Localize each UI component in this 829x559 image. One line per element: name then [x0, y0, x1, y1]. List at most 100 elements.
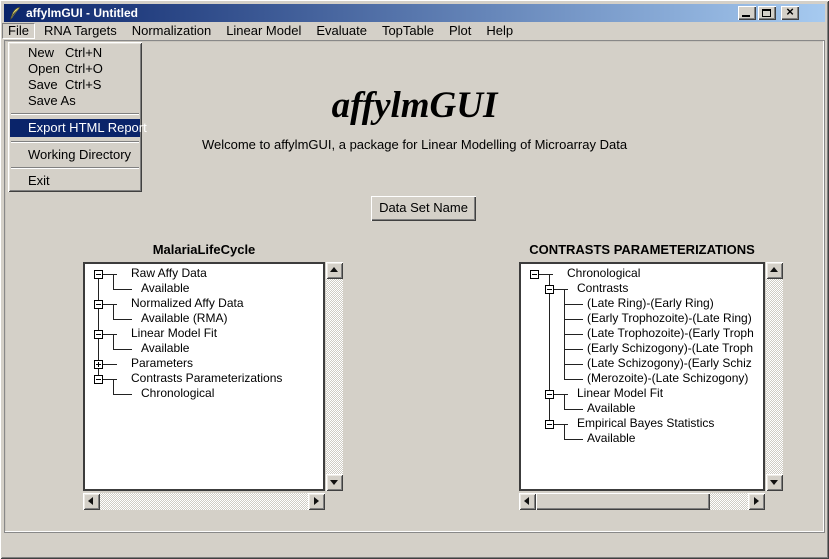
menu-item-label: Save As — [28, 93, 76, 108]
menu-item-label: Export HTML Report — [28, 120, 147, 135]
tree-connector-line — [564, 349, 583, 350]
tree-item[interactable]: Linear Model Fit — [577, 386, 663, 401]
right-tree-horizontal-scrollbar[interactable] — [519, 493, 765, 510]
tree-collapse-icon[interactable] — [94, 330, 103, 339]
scroll-right-button[interactable] — [748, 493, 765, 510]
left-tree-title: MalariaLifeCycle — [83, 242, 325, 258]
menu-item-save-as[interactable]: Save As — [10, 93, 140, 109]
tree-connector-line — [102, 304, 117, 305]
tree-item[interactable]: Contrasts Parameterizations — [131, 371, 282, 386]
tree-item[interactable]: (Early Schizogony)-(Late Troph — [587, 341, 753, 356]
scroll-left-button[interactable] — [519, 493, 536, 510]
tree-item[interactable]: (Late Trophozoite)-(Early Troph — [587, 326, 754, 341]
menu-item-new[interactable]: New Ctrl+N — [10, 45, 140, 61]
tree-item[interactable]: Linear Model Fit — [131, 326, 217, 341]
tree-connector-line — [113, 334, 114, 349]
scrollbar-track[interactable] — [100, 493, 308, 510]
tree-item[interactable]: (Late Ring)-(Early Ring) — [587, 296, 714, 311]
minimize-button[interactable] — [738, 6, 756, 20]
close-button[interactable]: × — [781, 6, 799, 20]
menu-normalization[interactable]: Normalization — [126, 23, 217, 39]
scrollbar-track[interactable] — [536, 493, 748, 510]
scrollbar-track[interactable] — [326, 279, 343, 474]
tree-collapse-icon[interactable] — [94, 300, 103, 309]
tree-collapse-icon[interactable] — [545, 390, 554, 399]
tree-item[interactable]: Available (RMA) — [141, 311, 227, 326]
tree-item[interactable]: Contrasts — [577, 281, 628, 296]
tree-connector-line — [564, 379, 583, 380]
tree-connector-line — [113, 304, 114, 319]
tree-connector-line — [538, 274, 553, 275]
tree-collapse-icon[interactable] — [545, 285, 554, 294]
menu-toptable[interactable]: TopTable — [376, 23, 440, 39]
tree-item[interactable]: (Merozoite)-(Late Schizogony) — [587, 371, 748, 386]
arrow-down-icon — [770, 480, 778, 485]
maximize-button[interactable] — [758, 6, 776, 20]
scroll-left-button[interactable] — [83, 493, 100, 510]
arrow-up-icon — [330, 267, 338, 272]
tree-collapse-icon[interactable] — [545, 420, 554, 429]
scroll-up-button[interactable] — [766, 262, 783, 279]
file-menu-dropdown: New Ctrl+NOpenCtrl+OSaveCtrl+SSave As Expo… — [8, 42, 142, 192]
menu-item-working-directory[interactable]: Working Directory — [10, 147, 140, 163]
arrow-down-icon — [330, 480, 338, 485]
tree-item[interactable]: Empirical Bayes Statistics — [577, 416, 714, 431]
window-controls: × — [738, 6, 799, 20]
menu-item-export-html-report[interactable]: Export HTML Report — [10, 119, 140, 137]
scroll-down-button[interactable] — [766, 474, 783, 491]
tree-item[interactable]: Available — [141, 341, 189, 356]
left-tree-view[interactable]: Raw Affy DataAvailableNormalized Affy Da… — [83, 262, 325, 491]
menu-item-open[interactable]: OpenCtrl+O — [10, 61, 140, 77]
tree-connector-line — [553, 424, 568, 425]
left-tree-vertical-scrollbar[interactable] — [326, 262, 343, 491]
tree-item[interactable]: Raw Affy Data — [131, 266, 207, 281]
tree-connector-line — [113, 319, 132, 320]
menu-item-save[interactable]: SaveCtrl+S — [10, 77, 140, 93]
tree-item[interactable]: Chronological — [141, 386, 214, 401]
right-tree-panel: CONTRASTS PARAMETERIZATIONS Chronologica… — [519, 242, 785, 510]
scroll-up-button[interactable] — [326, 262, 343, 279]
scroll-right-button[interactable] — [308, 493, 325, 510]
tree-item[interactable]: Available — [587, 401, 635, 416]
menu-item-exit[interactable]: Exit — [10, 173, 140, 189]
menu-evaluate[interactable]: Evaluate — [310, 23, 373, 39]
tree-connector-line — [564, 439, 583, 440]
tree-connector-line — [113, 349, 132, 350]
tree-item[interactable]: Chronological — [567, 266, 640, 281]
menu-item-label: Save — [28, 77, 58, 92]
tree-expand-icon[interactable] — [94, 360, 103, 369]
scrollbar-track[interactable] — [766, 279, 783, 474]
menu-item-shortcut: Ctrl+N — [65, 45, 102, 61]
tree-connector-line — [102, 379, 117, 380]
title-bar[interactable]: affylmGUI - Untitled × — [4, 4, 825, 22]
tree-item[interactable]: Parameters — [131, 356, 193, 371]
menu-item-label: New — [28, 45, 54, 60]
tree-item[interactable]: Available — [141, 281, 189, 296]
tree-item[interactable]: (Late Schizogony)-(Early Schiz — [587, 356, 752, 371]
tree-item[interactable]: Available — [587, 431, 635, 446]
menu-separator — [11, 113, 139, 115]
tree-connector-line — [113, 274, 114, 289]
right-tree-vertical-scrollbar[interactable] — [766, 262, 783, 491]
tree-collapse-icon[interactable] — [94, 270, 103, 279]
menu-file[interactable]: File — [2, 23, 35, 39]
tree-connector-line — [564, 304, 583, 305]
left-tree-horizontal-scrollbar[interactable] — [83, 493, 325, 510]
menu-separator — [11, 141, 139, 143]
right-tree-view[interactable]: ChronologicalContrasts(Late Ring)-(Early… — [519, 262, 765, 491]
tree-connector-line — [102, 334, 117, 335]
menu-plot[interactable]: Plot — [443, 23, 477, 39]
tree-connector-line — [564, 334, 583, 335]
tree-item[interactable]: (Early Trophozoite)-(Late Ring) — [587, 311, 752, 326]
scroll-down-button[interactable] — [326, 474, 343, 491]
menu-linear-model[interactable]: Linear Model — [220, 23, 307, 39]
tree-collapse-icon[interactable] — [530, 270, 539, 279]
menu-help[interactable]: Help — [480, 23, 519, 39]
menu-item-label: Exit — [28, 173, 50, 188]
data-set-name-button[interactable]: Data Set Name — [371, 196, 476, 221]
tree-collapse-icon[interactable] — [94, 375, 103, 384]
tree-connector-line — [553, 289, 568, 290]
scrollbar-thumb[interactable] — [536, 493, 710, 510]
tree-item[interactable]: Normalized Affy Data — [131, 296, 244, 311]
menu-rna-targets[interactable]: RNA Targets — [38, 23, 123, 39]
